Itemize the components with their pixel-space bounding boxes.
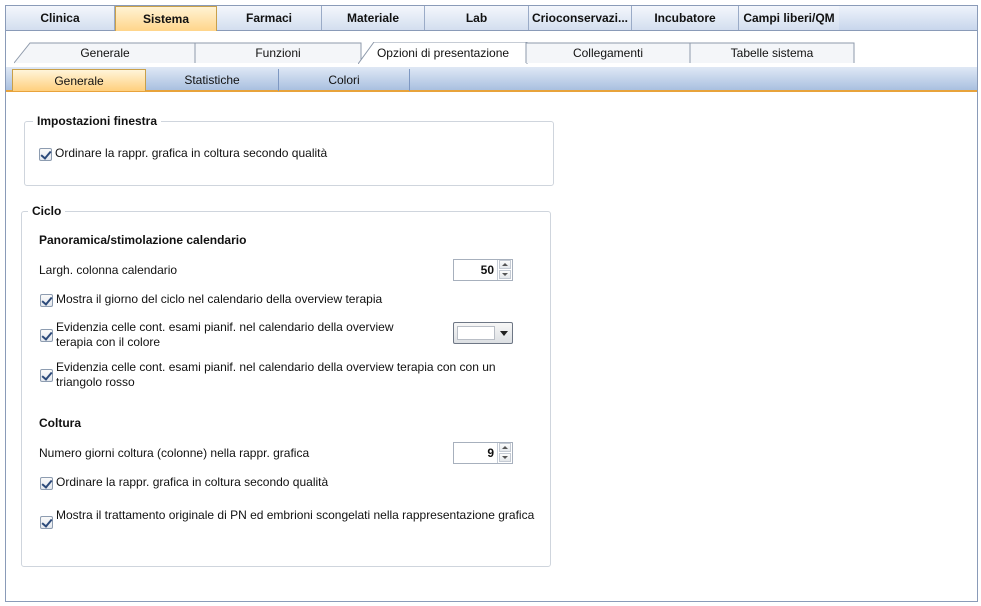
tab-farmaci[interactable]: Farmaci: [217, 6, 322, 30]
subtab2-colori[interactable]: Colori: [279, 69, 410, 91]
show-cycle-day-checkbox[interactable]: [40, 294, 53, 307]
sub-tab-bar: Generale Funzioni Opzioni di presentazio…: [6, 42, 977, 64]
subtab-collegamenti-label: Collegamenti: [572, 46, 644, 60]
window-settings-title: Impostazioni finestra: [33, 114, 162, 128]
tab-materiale[interactable]: Materiale: [322, 6, 425, 30]
window-settings-group: Impostazioni finestra Ordinare la rappr.…: [24, 114, 554, 186]
cycle-group: Ciclo Panoramica/stimolazione calendario…: [21, 204, 551, 567]
column-width-label: Largh. colonna calendario: [39, 263, 178, 277]
tab-crioconservazione[interactable]: Crioconservazi...: [529, 6, 632, 30]
show-cycle-day-label: Mostra il giorno del ciclo nel calendari…: [56, 292, 383, 306]
sort-by-quality-label: Ordinare la rappr. grafica in coltura se…: [55, 146, 328, 160]
culture-days-spinner[interactable]: 9: [453, 442, 513, 464]
culture-days-label: Numero giorni coltura (colonne) nella ra…: [39, 446, 310, 460]
highlight-triangle-checkbox[interactable]: [40, 369, 53, 382]
subtab-opzioni-label: Opzioni di presentazione: [376, 46, 510, 60]
tab-clinica[interactable]: Clinica: [6, 6, 115, 30]
color-swatch: [457, 326, 495, 340]
highlight-color-checkbox[interactable]: [40, 329, 53, 342]
chevron-down-icon: [500, 331, 508, 336]
subtab-collegamenti[interactable]: Collegamenti: [525, 42, 691, 64]
subtab-tabelle-sistema[interactable]: Tabelle sistema: [689, 42, 855, 64]
third-tab-bar: Generale Statistiche Colori: [6, 67, 977, 92]
culture-sort-label: Ordinare la rappr. grafica in coltura se…: [56, 475, 329, 489]
spin-up-icon[interactable]: [499, 443, 511, 452]
show-original-treatment-checkbox[interactable]: [40, 516, 53, 529]
highlight-triangle-label-line2: triangolo rosso: [56, 375, 135, 389]
highlight-color-picker[interactable]: [453, 322, 513, 344]
culture-heading: Coltura: [39, 416, 81, 430]
subtab2-generale[interactable]: Generale: [12, 69, 146, 91]
tab-sistema[interactable]: Sistema: [115, 6, 217, 31]
subtab2-statistiche[interactable]: Statistiche: [146, 69, 279, 91]
highlight-triangle-label-line1: Evidenzia celle cont. esami pianif. nel …: [56, 360, 496, 374]
spin-up-icon[interactable]: [499, 260, 511, 269]
highlight-color-label-line2: terapia con il colore: [56, 335, 161, 349]
main-window: Clinica Sistema Farmaci Materiale Lab Cr…: [5, 5, 978, 602]
subtab-generale[interactable]: Generale: [14, 42, 196, 64]
spinner-arrows: [497, 443, 512, 463]
spin-down-icon[interactable]: [499, 270, 511, 279]
spin-down-icon[interactable]: [499, 453, 511, 462]
subtab-tabelle-label: Tabelle sistema: [730, 46, 814, 60]
tab-lab[interactable]: Lab: [425, 6, 529, 30]
culture-days-value: 9: [487, 446, 494, 460]
tab-incubatore[interactable]: Incubatore: [632, 6, 739, 30]
spinner-arrows: [497, 260, 512, 280]
subtab-funzioni-label: Funzioni: [255, 46, 301, 60]
highlight-color-label-line1: Evidenzia celle cont. esami pianif. nel …: [56, 320, 394, 334]
subtab-funzioni[interactable]: Funzioni: [194, 42, 362, 64]
column-width-value: 50: [480, 263, 494, 277]
subtab-generale-label: Generale: [80, 46, 130, 60]
top-tab-bar: Clinica Sistema Farmaci Materiale Lab Cr…: [6, 6, 977, 31]
calendar-heading: Panoramica/stimolazione calendario: [39, 233, 247, 247]
tab-campi-liberi[interactable]: Campi liberi/QM: [739, 6, 839, 30]
sort-by-quality-checkbox[interactable]: [39, 148, 52, 161]
subtab-opzioni-presentazione[interactable]: Opzioni di presentazione: [358, 42, 528, 64]
show-original-treatment-label: Mostra il trattamento originale di PN ed…: [56, 508, 535, 522]
column-width-spinner[interactable]: 50: [453, 259, 513, 281]
culture-sort-checkbox[interactable]: [40, 477, 53, 490]
cycle-title: Ciclo: [28, 204, 66, 218]
